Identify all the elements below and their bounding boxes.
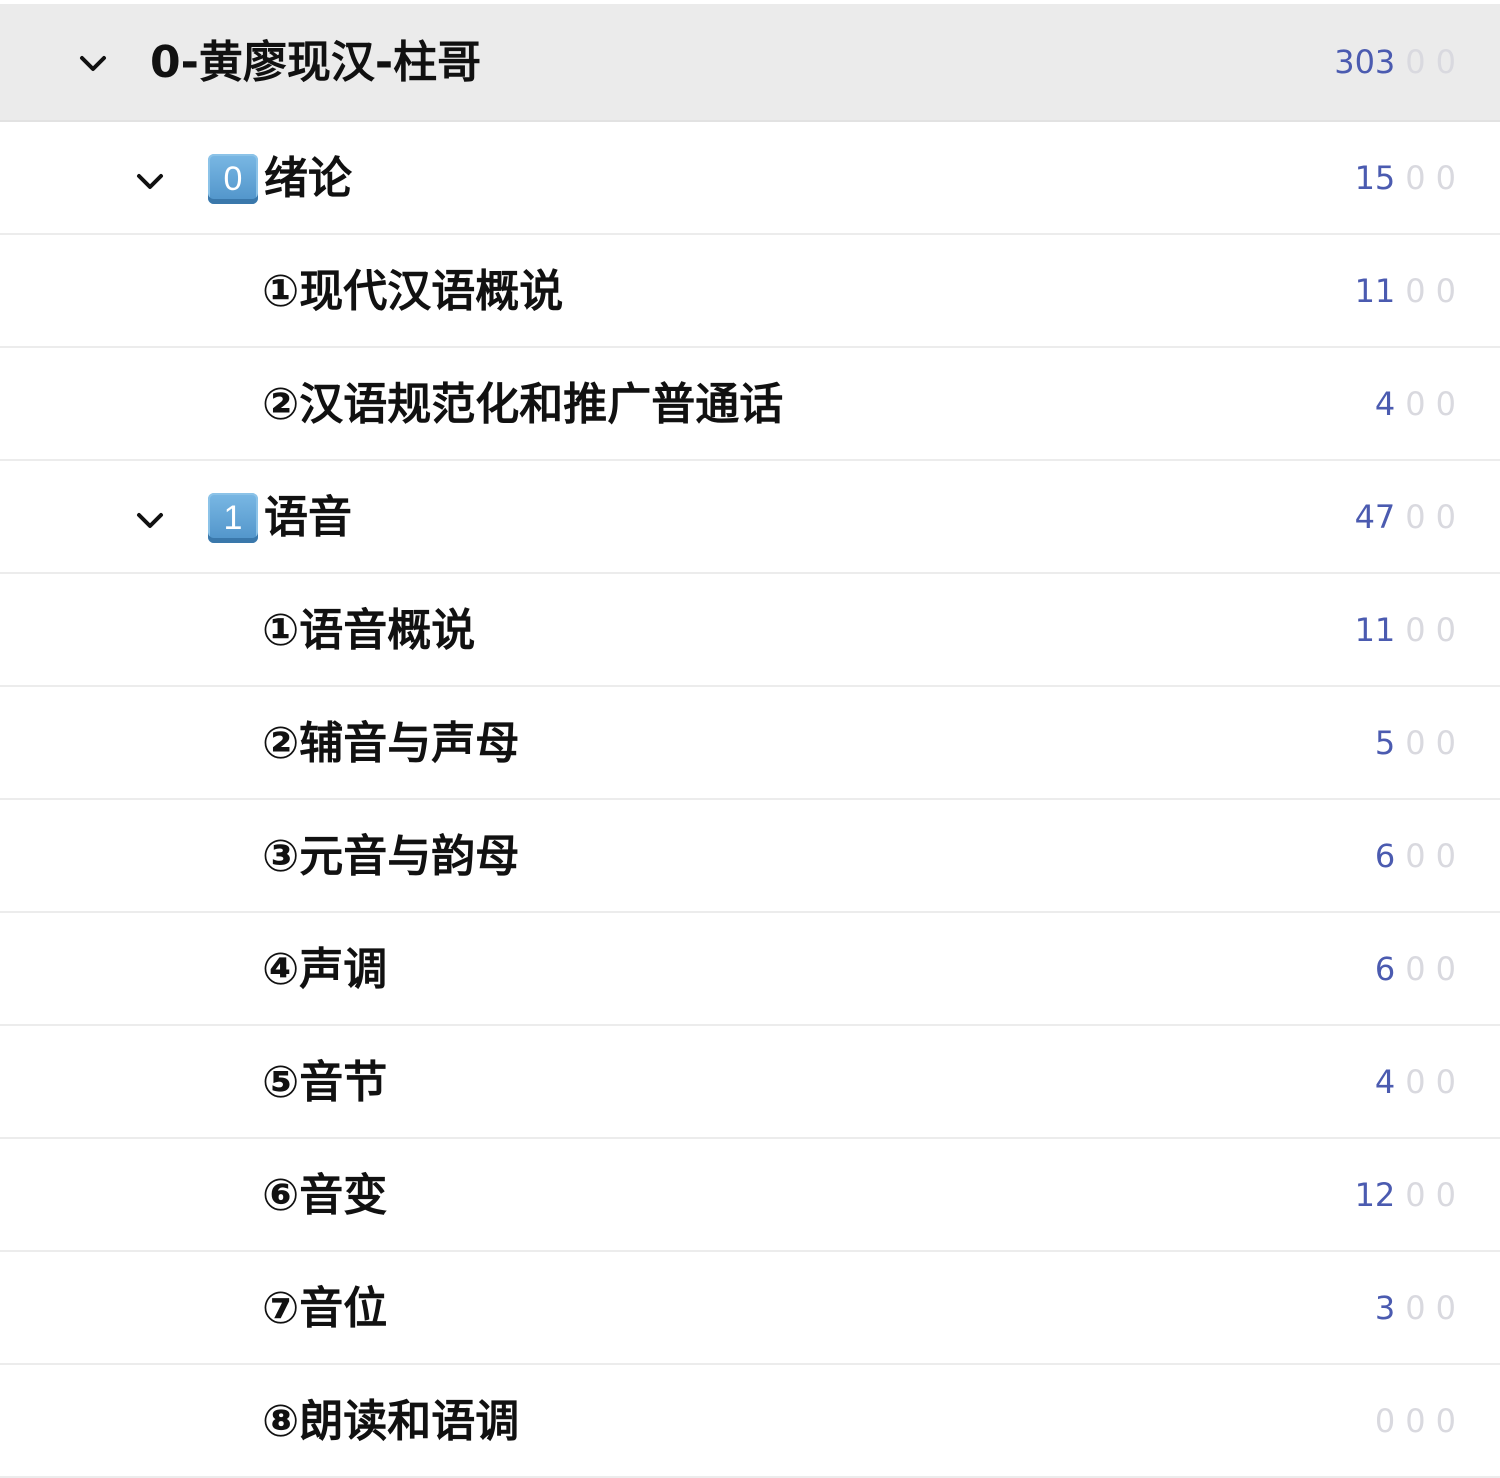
deck-name: ⑦音位 — [262, 1283, 388, 1334]
deck-counts: 11 0 0 — [1355, 235, 1456, 346]
new-count: 15 — [1354, 158, 1396, 197]
deck-name: ⑧朗读和语调 — [262, 1396, 520, 1447]
due-count: 0 — [1435, 1401, 1456, 1440]
deck-name: 0-黄廖现汉-柱哥 — [150, 37, 482, 88]
deck-row-subdeck[interactable]: ②汉语规范化和推广普通话 4 0 0 — [0, 348, 1500, 461]
new-count: 4 — [1374, 384, 1396, 423]
chevron-down-icon[interactable] — [78, 49, 108, 79]
learn-count: 0 — [1405, 1401, 1426, 1440]
learn-count: 0 — [1405, 1062, 1426, 1101]
learn-count: 0 — [1405, 1175, 1426, 1214]
chevron-down-icon[interactable] — [135, 506, 165, 536]
deck-row-subdeck[interactable]: ②辅音与声母 5 0 0 — [0, 687, 1500, 800]
deck-counts: 15 0 0 — [1355, 122, 1456, 233]
deck-counts: 12 0 0 — [1355, 1139, 1456, 1250]
deck-name: ⑤音节 — [262, 1057, 388, 1108]
deck-counts: 6 0 0 — [1375, 913, 1456, 1024]
due-count: 0 — [1435, 158, 1456, 197]
deck-name: ①现代汉语概说 — [262, 266, 564, 317]
new-count: 0 — [1374, 1401, 1396, 1440]
deck-name: ②汉语规范化和推广普通话 — [262, 379, 784, 430]
deck-name: ②辅音与声母 — [262, 718, 520, 769]
chevron-down-icon[interactable] — [135, 167, 165, 197]
deck-name: 绪论 — [264, 153, 352, 204]
deck-counts: 303 0 0 — [1334, 4, 1456, 120]
deck-name: 语音 — [264, 492, 352, 543]
new-count: 303 — [1334, 43, 1396, 81]
deck-label: 0 绪论 — [208, 153, 352, 205]
learn-count: 0 — [1405, 723, 1426, 762]
deck-row-root[interactable]: 0-黄廖现汉-柱哥 303 0 0 — [0, 4, 1500, 122]
due-count: 0 — [1435, 949, 1456, 988]
new-count: 6 — [1374, 949, 1396, 988]
keycap-digit-icon: 0 — [208, 154, 258, 204]
deck-row-chapter-1[interactable]: 1 语音 47 0 0 — [0, 461, 1500, 574]
deck-name: ③元音与韵母 — [262, 831, 520, 882]
deck-counts: 4 0 0 — [1375, 1026, 1456, 1137]
deck-row-subdeck[interactable]: ⑤音节 4 0 0 — [0, 1026, 1500, 1139]
deck-counts: 5 0 0 — [1375, 687, 1456, 798]
learn-count: 0 — [1405, 1288, 1426, 1327]
due-count: 0 — [1435, 1175, 1456, 1214]
due-count: 0 — [1435, 723, 1456, 762]
deck-list: 0-黄廖现汉-柱哥 303 0 0 0 绪论 15 0 0 ①现代汉语概说 11… — [0, 4, 1500, 1478]
deck-counts: 0 0 0 — [1375, 1365, 1456, 1476]
new-count: 11 — [1354, 271, 1396, 310]
keycap-digit-icon: 1 — [208, 493, 258, 543]
deck-name: ⑥音变 — [262, 1170, 388, 1221]
new-count: 47 — [1354, 497, 1396, 536]
new-count: 4 — [1374, 1062, 1396, 1101]
learn-count: 0 — [1405, 384, 1426, 423]
deck-label: 1 语音 — [208, 492, 352, 544]
new-count: 3 — [1374, 1288, 1396, 1327]
learn-count: 0 — [1405, 610, 1426, 649]
new-count: 5 — [1374, 723, 1396, 762]
learn-count: 0 — [1405, 949, 1426, 988]
deck-row-subdeck[interactable]: ③元音与韵母 6 0 0 — [0, 800, 1500, 913]
deck-counts: 6 0 0 — [1375, 800, 1456, 911]
deck-counts: 4 0 0 — [1375, 348, 1456, 459]
deck-counts: 47 0 0 — [1355, 461, 1456, 572]
learn-count: 0 — [1405, 836, 1426, 875]
learn-count: 0 — [1405, 43, 1426, 81]
deck-row-subdeck[interactable]: ⑧朗读和语调 0 0 0 — [0, 1365, 1500, 1478]
due-count: 0 — [1435, 1288, 1456, 1327]
deck-row-subdeck[interactable]: ⑦音位 3 0 0 — [0, 1252, 1500, 1365]
deck-counts: 11 0 0 — [1355, 574, 1456, 685]
learn-count: 0 — [1405, 497, 1426, 536]
deck-counts: 3 0 0 — [1375, 1252, 1456, 1363]
deck-name: ④声调 — [262, 944, 388, 995]
due-count: 0 — [1435, 497, 1456, 536]
new-count: 12 — [1354, 1175, 1396, 1214]
due-count: 0 — [1435, 271, 1456, 310]
due-count: 0 — [1435, 43, 1456, 81]
deck-row-subdeck[interactable]: ①语音概说 11 0 0 — [0, 574, 1500, 687]
due-count: 0 — [1435, 836, 1456, 875]
learn-count: 0 — [1405, 158, 1426, 197]
due-count: 0 — [1435, 610, 1456, 649]
due-count: 0 — [1435, 1062, 1456, 1101]
deck-row-subdeck[interactable]: ①现代汉语概说 11 0 0 — [0, 235, 1500, 348]
deck-row-subdeck[interactable]: ⑥音变 12 0 0 — [0, 1139, 1500, 1252]
deck-row-chapter-0[interactable]: 0 绪论 15 0 0 — [0, 122, 1500, 235]
deck-row-subdeck[interactable]: ④声调 6 0 0 — [0, 913, 1500, 1026]
new-count: 6 — [1374, 836, 1396, 875]
due-count: 0 — [1435, 384, 1456, 423]
deck-name: ①语音概说 — [262, 605, 476, 656]
new-count: 11 — [1354, 610, 1396, 649]
learn-count: 0 — [1405, 271, 1426, 310]
